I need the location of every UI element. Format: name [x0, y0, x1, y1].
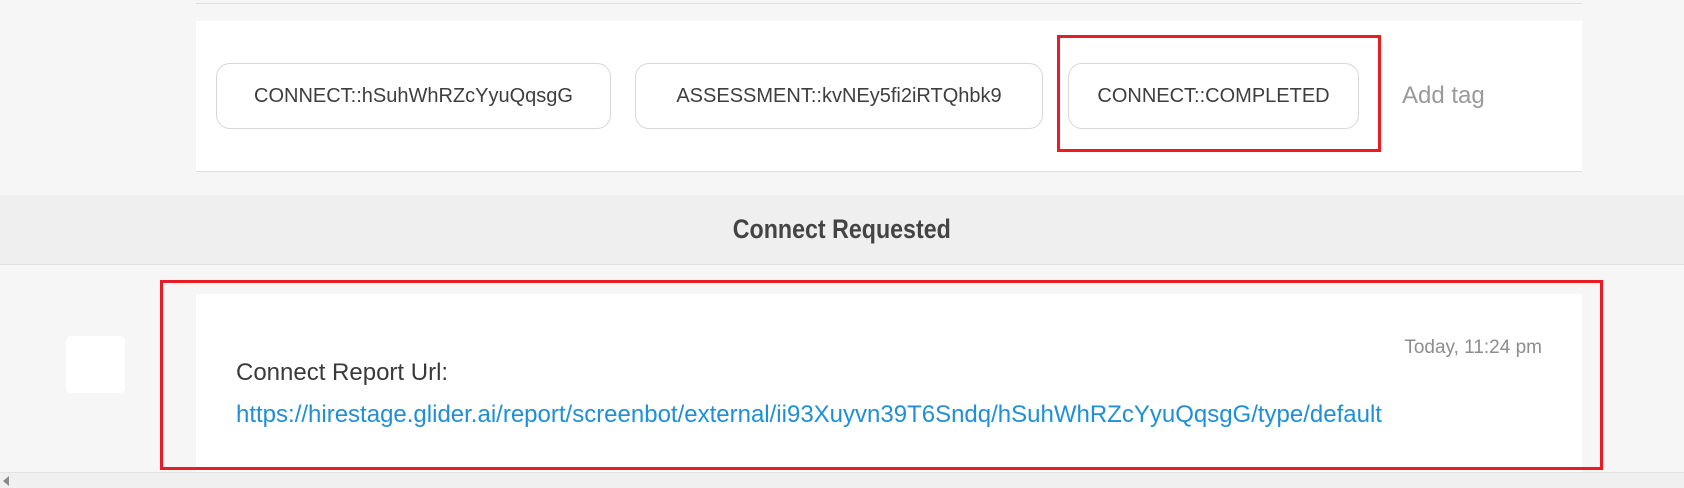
avatar [66, 336, 125, 393]
horizontal-scrollbar[interactable] [0, 472, 1684, 488]
tag-chip-assessment-id[interactable]: ASSESSMENT::kvNEy5fi2iRTQhbk9 [635, 63, 1043, 129]
section-title: Connect Requested [732, 214, 952, 244]
tags-panel: CONNECT::hSuhWhRZcYyuQqsgG ASSESSMENT::k… [196, 21, 1582, 172]
tag-chip-connect-id[interactable]: CONNECT::hSuhWhRZcYyuQqsgG [216, 63, 611, 129]
top-divider [196, 3, 1582, 4]
message-timestamp: Today, 11:24 pm [1404, 337, 1542, 358]
report-url-link[interactable]: https://hirestage.glider.ai/report/scree… [236, 398, 1546, 431]
section-header: Connect Requested [0, 195, 1684, 265]
add-tag-input[interactable]: Add tag [1402, 79, 1485, 113]
message-label: Connect Report Url: [236, 359, 449, 386]
message-card: Today, 11:24 pm Connect Report Url: http… [196, 294, 1582, 474]
triangle-left-icon[interactable] [3, 476, 9, 486]
tag-chip-connect-completed[interactable]: CONNECT::COMPLETED [1068, 63, 1359, 129]
